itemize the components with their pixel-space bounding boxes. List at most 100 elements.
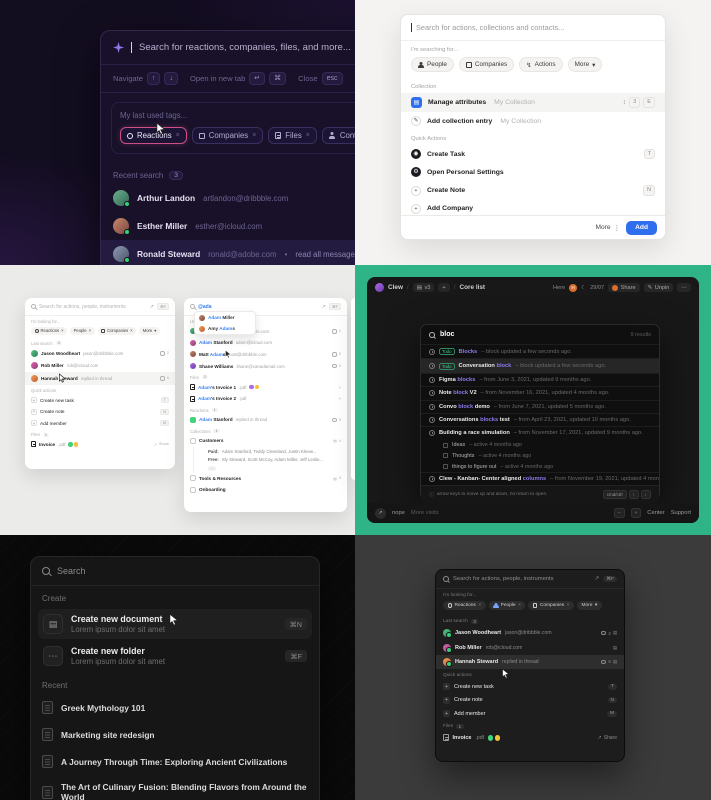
result-row[interactable]: Building a race simulation– from Novembe…	[421, 426, 659, 439]
file-row[interactable]: Invoice.pdf↗Share	[436, 731, 624, 744]
more-visits-label[interactable]: More visits	[411, 510, 439, 516]
collection-row[interactable]: ✎ Add collection entry My Collection	[401, 112, 665, 130]
workspace-avatar[interactable]	[375, 283, 384, 292]
user-row[interactable]: Shane Williamsshane@canadamail.com3	[184, 360, 347, 372]
quick-action-row[interactable]: +Create noteN	[25, 406, 175, 418]
result-row[interactable]: Clew - Kanban- Center aligned columns– f…	[421, 472, 659, 485]
checkbox-icon[interactable]	[190, 438, 196, 444]
add-button[interactable]: +	[438, 283, 449, 292]
quick-action-row[interactable]: +Create new taskT	[436, 680, 624, 693]
collection-sub-row[interactable]: Free:Sly Steward, Scott McCoy, Adam Mill…	[193, 455, 347, 464]
contact-row-selected[interactable]: Ronald Steward ronald@adobe.com • read a…	[101, 240, 355, 265]
share-icon[interactable]: ↗	[338, 385, 341, 390]
contact-row[interactable]: Arthur Landon artlandon@dribbble.com	[101, 184, 355, 212]
result-child-row[interactable]: things to figure out– active 4 months ag…	[421, 461, 659, 472]
share-button[interactable]: ↗Share	[154, 442, 169, 447]
checkbox-icon[interactable]	[190, 487, 196, 493]
search-bar[interactable]: Search for actions, collections and cont…	[401, 15, 665, 41]
quick-action-row[interactable]: +Create noteN	[436, 694, 624, 707]
file-row[interactable]: Adam's Invoice 2.pdf↗	[184, 393, 347, 405]
person-row[interactable]: Jason Woodheartjason@dribbble.com2	[25, 347, 175, 360]
person-row-selected[interactable]: Hannah Stewardreplied in thread6	[25, 372, 175, 385]
person-row-selected[interactable]: Hannah Stewardreplied in thread6▤	[436, 655, 624, 669]
recent-row[interactable]: Greek Mythology 101	[31, 694, 319, 721]
chip-companies[interactable]: Companies	[459, 57, 514, 72]
collection-row[interactable]: Tools & Resources▤3	[184, 473, 347, 485]
share-button[interactable]: Share	[608, 283, 639, 292]
search-bar[interactable]: bloc 9 results	[421, 325, 659, 344]
share-icon[interactable]: ↗	[594, 576, 599, 582]
result-row[interactable]: TodoBlocks– block updated a few seconds …	[421, 344, 659, 358]
search-bar[interactable]: Search for reactions, companies, files, …	[101, 31, 355, 65]
share-button[interactable]: ↗Share	[597, 735, 617, 741]
chip-actions[interactable]: ↯Actions	[519, 57, 562, 72]
zoom-in-button[interactable]: +	[631, 508, 642, 517]
collection-sub-row[interactable]: Paid:Adam Stanford, Teddy Cleveland, Jus…	[193, 447, 347, 456]
more-button[interactable]: More⋮	[596, 224, 621, 232]
board-nav-label[interactable]: nope	[392, 510, 405, 516]
suggestion-item[interactable]: Amy Adams	[195, 323, 255, 334]
tag-chip-reactions[interactable]: Reactions×	[120, 127, 187, 144]
more-button[interactable]: ⋯	[677, 283, 691, 292]
checkbox-icon[interactable]	[190, 475, 196, 481]
result-row[interactable]: Figma blocks– from June 3, 2021, updated…	[421, 373, 659, 386]
result-child-row[interactable]: Thoughts– active 4 months ago	[421, 450, 659, 461]
file-row[interactable]: Adam's Invoice 1.pdf↗	[184, 381, 347, 393]
result-row-selected[interactable]: TodoConversation block– block updated a …	[421, 358, 659, 372]
tag-chip-contacts[interactable]: Contacts×	[322, 127, 355, 144]
quick-action-row[interactable]: +Add memberM	[436, 707, 624, 720]
close-icon[interactable]: ×	[252, 132, 256, 139]
quick-action-row[interactable]: +Add memberM	[25, 417, 175, 429]
chip-companies[interactable]: Companies×	[528, 601, 574, 610]
result-row[interactable]: Note block V2– from November 16, 2021, u…	[421, 386, 659, 399]
chip-people[interactable]: People×	[70, 327, 95, 335]
create-folder-row[interactable]: ⋯ Create new folderLorem ipsum dolor sit…	[38, 641, 312, 671]
recent-row[interactable]: Marketing site redesign	[31, 721, 319, 748]
collection-row[interactable]: Customers▤4	[184, 435, 347, 447]
collection-more-row[interactable]: ⋯	[193, 464, 347, 473]
tag-chip-files[interactable]: Files×	[268, 127, 317, 144]
recent-row[interactable]: The Art of Culinary Fusion: Blending Fla…	[31, 775, 319, 800]
support-button[interactable]: Support	[671, 510, 691, 516]
result-child-row[interactable]: Ideas– active 4 months ago	[421, 440, 659, 451]
person-row[interactable]: Rob Millerrob@icloud.com▤	[436, 640, 624, 654]
recent-row[interactable]: A Journey Through Time: Exploring Ancien…	[31, 748, 319, 775]
presence-avatar[interactable]: H	[569, 284, 577, 292]
cursor-mode-button[interactable]: ↗	[375, 508, 386, 519]
read-all-messages[interactable]: read all messages	[295, 250, 355, 259]
search-bar[interactable]: Search for actions, people, instruments …	[436, 570, 624, 589]
add-button[interactable]: Add	[626, 221, 657, 235]
share-icon[interactable]: ↗	[338, 396, 341, 401]
chip-more[interactable]: More▾	[568, 57, 603, 72]
close-icon[interactable]: ×	[306, 132, 310, 139]
chip-people[interactable]: People×	[489, 601, 526, 610]
chip-reactions[interactable]: Reactions×	[31, 327, 67, 335]
user-row[interactable]: Matt Adamsmatt@dribbble.com5	[184, 349, 347, 361]
result-row[interactable]: Conversations blocks test– from April 23…	[421, 413, 659, 426]
unpin-button[interactable]: ✎Unpin	[644, 283, 674, 292]
quick-action-row[interactable]: +Create new taskT	[25, 394, 175, 406]
quick-action-row[interactable]: ⚙Open Personal Settings	[401, 163, 665, 181]
contact-row[interactable]: Esther Miller esther@icloud.com	[101, 212, 355, 240]
suggestion-item[interactable]: Adam Miller	[195, 312, 255, 323]
quick-action-row[interactable]: ◉Create TaskT	[401, 145, 665, 163]
user-row[interactable]: Adam Stanfordadam@icloud.com	[184, 337, 347, 349]
quick-action-row[interactable]: +Create NoteN	[401, 181, 665, 199]
collection-row[interactable]: Onboarding	[184, 484, 347, 496]
create-document-row[interactable]: ▤ Create new documentLorem ipsum dolor s…	[38, 609, 312, 639]
chip-people[interactable]: People	[411, 57, 454, 72]
file-row[interactable]: Invoice.pdf↗Share	[25, 439, 175, 451]
result-row[interactable]: Convo block demo– from June 7, 2021, upd…	[421, 400, 659, 413]
search-bar[interactable]: Search	[31, 557, 319, 586]
chip-more[interactable]: More▾	[139, 327, 160, 335]
chip-reactions[interactable]: Reactions×	[443, 601, 486, 610]
zoom-out-button[interactable]: −	[614, 508, 625, 517]
search-bar[interactable]: Search for actions, people, instruments …	[25, 298, 175, 316]
collection-row-selected[interactable]: ▤ Manage attributes My Collection ↕ 3 E	[401, 93, 665, 112]
share-icon[interactable]: ↗	[322, 304, 326, 310]
person-row[interactable]: Jason Woodheartjason@dribbble.com2▤	[436, 626, 624, 640]
center-button[interactable]: Center	[647, 510, 664, 516]
chip-more[interactable]: More▾	[577, 601, 602, 610]
version-badge[interactable]: ▤v3	[413, 283, 435, 292]
tag-chip-companies[interactable]: Companies×	[192, 127, 264, 144]
